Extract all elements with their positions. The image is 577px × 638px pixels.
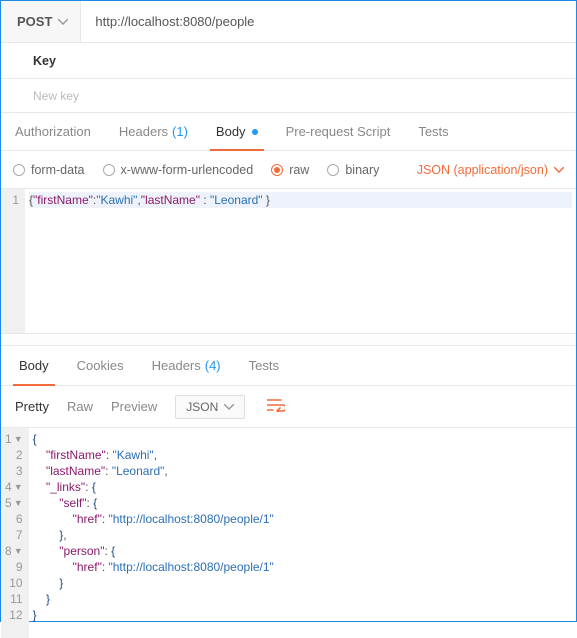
content-type-dropdown[interactable]: JSON (application/json) <box>417 163 564 177</box>
tab-body[interactable]: Body <box>202 113 272 150</box>
http-method-label: POST <box>17 14 52 29</box>
req-gutter: 1 <box>1 189 25 333</box>
pane-splitter[interactable] <box>1 334 576 346</box>
url-text: http://localhost:8080/people <box>95 14 254 29</box>
url-input[interactable]: http://localhost:8080/people <box>81 1 576 42</box>
request-body-editor[interactable]: 1 {"firstName":"Kawhi","lastName" : "Leo… <box>1 189 576 334</box>
body-dirty-indicator <box>252 129 258 135</box>
resp-code[interactable]: { "firstName": "Kawhi", "lastName": "Leo… <box>29 428 576 638</box>
body-type-row: form-data x-www-form-urlencoded raw bina… <box>1 151 576 189</box>
radio-binary[interactable]: binary <box>327 163 379 177</box>
radio-icon <box>13 164 25 176</box>
content-type-label: JSON (application/json) <box>417 163 548 177</box>
view-pretty-button[interactable]: Pretty <box>15 399 49 414</box>
http-method-dropdown[interactable]: POST <box>1 1 81 42</box>
response-tabs: Body Cookies Headers(4) Tests <box>1 346 576 386</box>
response-controls: Pretty Raw Preview JSON <box>1 386 576 428</box>
radio-raw[interactable]: raw <box>271 163 309 177</box>
req-code[interactable]: {"firstName":"Kawhi","lastName" : "Leona… <box>25 189 576 333</box>
response-lang-dropdown[interactable]: JSON <box>175 395 245 419</box>
chevron-down-icon <box>224 404 234 410</box>
resp-tab-cookies[interactable]: Cookies <box>63 346 138 385</box>
params-header-row: Key <box>1 43 576 79</box>
resp-tab-headers[interactable]: Headers(4) <box>138 346 235 385</box>
tab-headers[interactable]: Headers(1) <box>105 113 202 150</box>
radio-urlencoded[interactable]: x-www-form-urlencoded <box>103 163 254 177</box>
resp-tab-tests[interactable]: Tests <box>235 346 293 385</box>
headers-count: (1) <box>172 124 188 139</box>
radio-icon <box>327 164 339 176</box>
tab-authorization[interactable]: Authorization <box>1 113 105 150</box>
chevron-down-icon <box>58 19 68 25</box>
wrap-icon <box>267 398 285 412</box>
request-tabs: Authorization Headers(1) Body Pre-reques… <box>1 113 576 151</box>
key-column-header: Key <box>33 54 56 68</box>
radio-icon <box>271 164 283 176</box>
chevron-down-icon <box>554 167 564 173</box>
new-param-row[interactable]: New key <box>1 79 576 113</box>
tab-prerequest[interactable]: Pre-request Script <box>272 113 405 150</box>
resp-gutter: 1▼234▼5▼678▼9101112 <box>1 428 29 638</box>
tab-tests[interactable]: Tests <box>404 113 462 150</box>
response-body-editor[interactable]: 1▼234▼5▼678▼9101112 { "firstName": "Kawh… <box>1 428 576 638</box>
resp-headers-count: (4) <box>205 358 221 373</box>
view-raw-button[interactable]: Raw <box>67 399 93 414</box>
radio-form-data[interactable]: form-data <box>13 163 85 177</box>
radio-icon <box>103 164 115 176</box>
new-key-placeholder: New key <box>33 89 79 103</box>
wrap-lines-button[interactable] <box>263 394 289 419</box>
resp-tab-body[interactable]: Body <box>5 346 63 385</box>
view-preview-button[interactable]: Preview <box>111 399 157 414</box>
